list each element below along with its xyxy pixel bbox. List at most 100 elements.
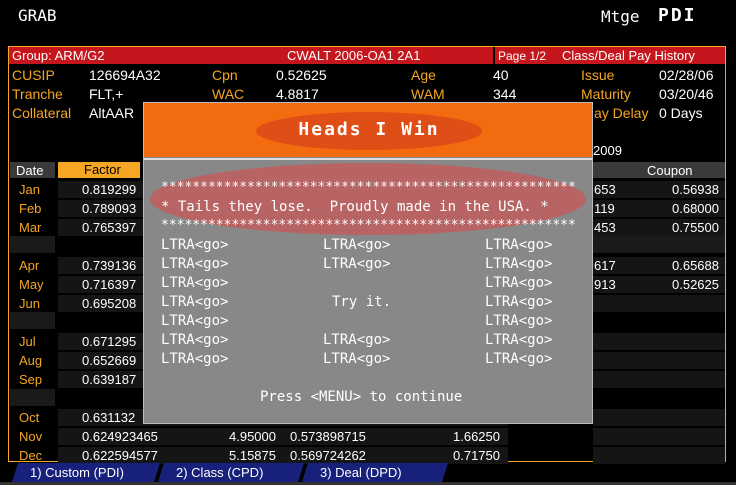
row-factor: 0.765397: [82, 220, 137, 235]
ltra-command[interactable]: LTRA<go>: [485, 332, 552, 348]
ltra-command[interactable]: LTRA<go>: [485, 294, 552, 310]
table-row[interactable]: [593, 371, 725, 388]
wac-value: 4.8817: [276, 86, 319, 102]
row-month: Sep: [19, 372, 43, 387]
ltra-command[interactable]: LTRA<go>: [323, 256, 390, 272]
tranche-value: FLT,+: [89, 86, 124, 102]
ltra-command[interactable]: LTRA<go>: [485, 351, 552, 367]
stars-top: ****************************************…: [161, 180, 576, 195]
row-month: Dec: [19, 448, 43, 463]
wac-label: WAC: [212, 86, 245, 102]
ltra-command[interactable]: LTRA<go>: [161, 313, 228, 329]
table-row[interactable]: [593, 428, 725, 445]
table-row[interactable]: [593, 447, 725, 464]
row-separator: [10, 312, 55, 329]
ltra-command[interactable]: LTRA<go>: [323, 351, 390, 367]
paydelay-label: ay Delay: [594, 105, 649, 121]
row-factor: 0.819299: [82, 182, 137, 197]
row-factor: 0.639187: [82, 372, 137, 387]
row-month: May: [19, 277, 44, 292]
cusip-label: CUSIP: [12, 67, 55, 83]
table-row[interactable]: [593, 333, 725, 350]
tranche-label: Tranche: [12, 86, 63, 102]
paydelay-value: 0 Days: [659, 105, 703, 121]
maturity-value: 03/20/46: [659, 86, 714, 102]
row-value-partial: 653: [594, 182, 616, 197]
row-month: Jan: [19, 182, 40, 197]
collateral-value: AltAAR: [89, 105, 135, 121]
ltra-command[interactable]: LTRA<go>: [161, 351, 228, 367]
ltra-command[interactable]: LTRA<go>: [161, 237, 228, 253]
function-code: PDI: [658, 5, 697, 26]
collateral-label: Collateral: [12, 105, 72, 121]
date-header: Date: [16, 163, 44, 178]
row-separator: [10, 389, 55, 406]
tab-custom-pdi[interactable]: 1) Custom (PDI): [12, 463, 160, 482]
row-value-2: 5.15875: [229, 448, 276, 463]
row-coupon: 0.65688: [672, 258, 719, 273]
row-coupon: 0.56938: [672, 182, 719, 197]
coupon-header[interactable]: Coupon: [647, 163, 693, 178]
maturity-label: Maturity: [581, 86, 631, 102]
ltra-command[interactable]: LTRA<go>: [485, 275, 552, 291]
ltra-command[interactable]: LTRA<go>: [485, 256, 552, 272]
row-coupon: 0.52625: [672, 277, 719, 292]
ltra-command[interactable]: LTRA<go>: [323, 237, 390, 253]
continue-prompt[interactable]: Press <MENU> to continue: [260, 389, 462, 405]
row-factor: 0.671295: [82, 334, 137, 349]
year-label: 2009: [593, 143, 622, 158]
table-row[interactable]: [593, 352, 725, 369]
row-coupon: 0.75500: [672, 220, 719, 235]
row-coupon: 0.68000: [672, 201, 719, 216]
cusip-value: 126694A32: [89, 67, 161, 83]
row-separator: [593, 236, 725, 253]
row-separator: [10, 236, 55, 253]
table-row[interactable]: [593, 295, 725, 312]
issue-value: 02/28/06: [659, 67, 714, 83]
ltra-command[interactable]: LTRA<go>: [161, 294, 228, 310]
market-sector-label: Mtge: [601, 7, 640, 26]
row-value-4: 1.66250: [453, 429, 500, 444]
row-month: Apr: [19, 258, 40, 273]
row-month: Nov: [19, 429, 43, 444]
row-factor: 0.631132: [82, 410, 136, 425]
deal-name: CWALT 2006-OA1 2A1: [287, 48, 421, 63]
try-it-text: Try it.: [332, 294, 392, 310]
row-month: Aug: [19, 353, 43, 368]
ltra-command[interactable]: LTRA<go>: [485, 313, 552, 329]
ltra-command[interactable]: LTRA<go>: [323, 332, 390, 348]
row-value-partial: 453: [594, 220, 616, 235]
age-value: 40: [493, 67, 509, 83]
dialog-divider: [144, 158, 592, 160]
row-factor: 0.695208: [82, 296, 137, 311]
row-month: Feb: [19, 201, 42, 216]
row-factor: 0.789093: [82, 201, 137, 216]
row-factor: 0.622594577: [82, 448, 158, 463]
row-factor: 0.652669: [82, 353, 137, 368]
wam-label: WAM: [411, 86, 445, 102]
factor-header[interactable]: Factor: [58, 162, 140, 178]
ltra-command[interactable]: LTRA<go>: [161, 332, 228, 348]
screen-title: Class/Deal Pay History: [562, 48, 695, 63]
row-factor: 0.716397: [82, 277, 137, 292]
row-value-partial: 913: [594, 277, 616, 292]
row-value-partial: 119: [594, 201, 615, 216]
tab-class-cpd[interactable]: 2) Class (CPD): [158, 463, 304, 482]
header-bar: Group: ARM/G2 CWALT 2006-OA1 2A1 Page 1/…: [9, 47, 725, 64]
wam-value: 344: [493, 86, 517, 102]
dialog-tagline: * Tails they lose. Proudly made in the U…: [161, 199, 549, 215]
row-month: Jun: [19, 296, 40, 311]
row-month: Jul: [19, 334, 36, 349]
table-row[interactable]: [593, 409, 725, 426]
tab-deal-dpd[interactable]: 3) Deal (DPD): [302, 463, 448, 482]
tab-bar: 1) Custom (PDI) 2) Class (CPD) 3) Deal (…: [8, 463, 728, 483]
group-label: Group: ARM/G2: [12, 48, 105, 63]
issue-label: Issue: [581, 67, 615, 83]
page-indicator[interactable]: Page 1/2: [498, 49, 546, 63]
ltra-command[interactable]: LTRA<go>: [161, 275, 228, 291]
ltra-command[interactable]: LTRA<go>: [161, 256, 228, 272]
ltra-command[interactable]: LTRA<go>: [485, 237, 552, 253]
row-month: Mar: [19, 220, 42, 235]
dialog-title: Heads I Win: [298, 119, 440, 140]
row-factor: 0.739136: [82, 258, 137, 273]
